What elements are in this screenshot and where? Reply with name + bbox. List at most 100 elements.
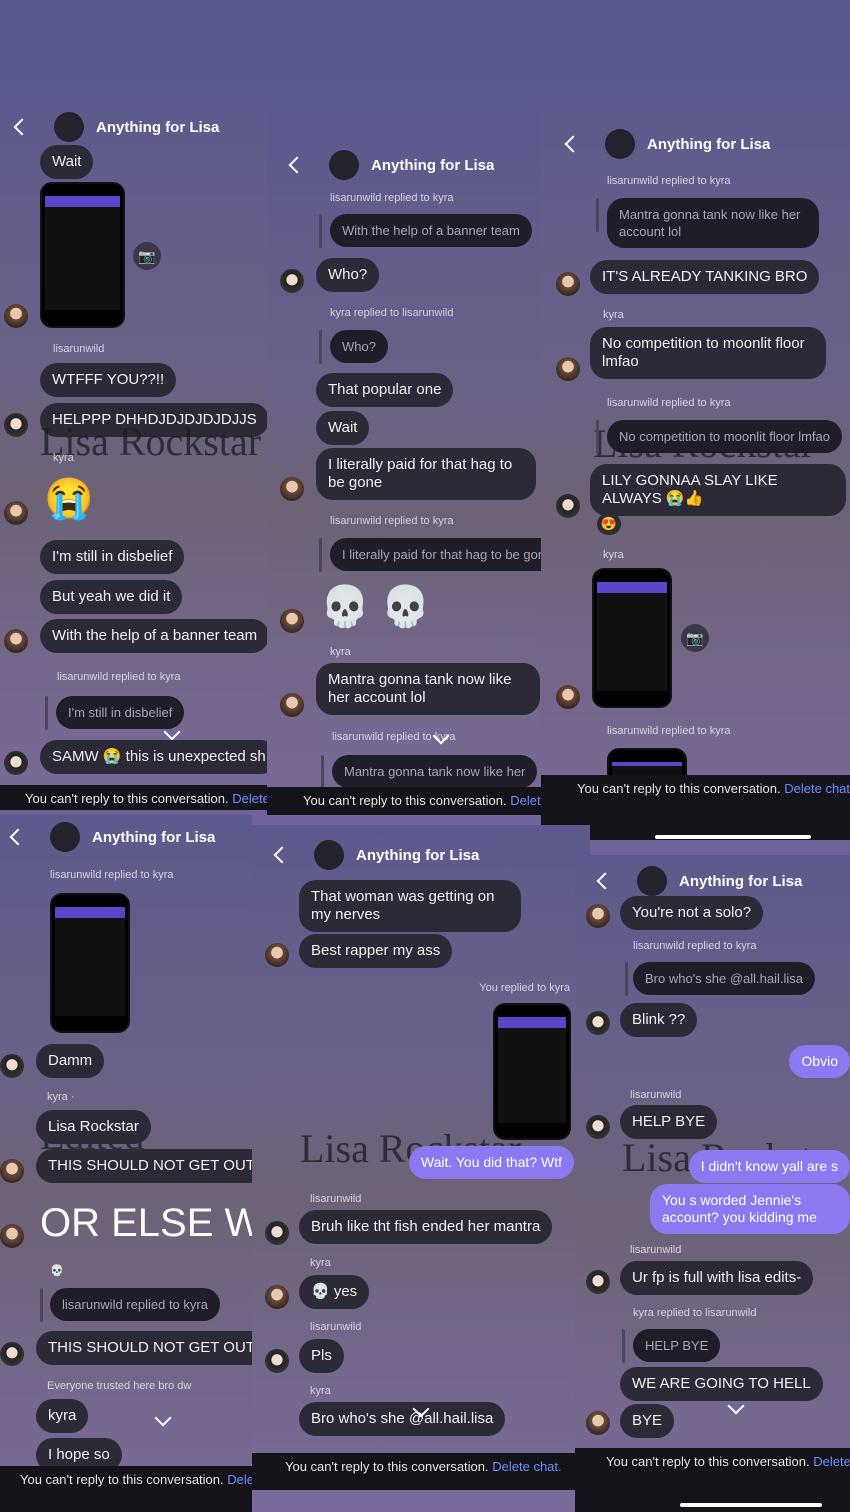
sender-avatar[interactable] — [4, 501, 28, 525]
message-bubble[interactable]: I literally paid for that hag to be gone — [316, 448, 536, 500]
sender-avatar[interactable] — [556, 272, 580, 296]
group-avatar[interactable] — [314, 840, 344, 870]
sender-avatar[interactable] — [586, 1011, 610, 1035]
message-bubble[interactable]: Wait — [40, 145, 94, 179]
message-bubble[interactable]: Who? — [316, 258, 380, 292]
sender-avatar[interactable] — [4, 304, 28, 328]
chat-title[interactable]: Anything for Lisa — [679, 873, 802, 890]
group-avatar[interactable] — [329, 150, 359, 180]
delete-chat-link[interactable]: Delete chat. — [227, 1472, 252, 1487]
message-bubble[interactable]: I'm still in disbelief — [40, 540, 185, 574]
replied-message-quote[interactable]: Bro who's she @all.hail.lisa — [633, 962, 816, 995]
replied-message-quote[interactable]: With the help of a banner team — [330, 214, 532, 247]
own-message-bubble[interactable]: I didn't know yall are s — [688, 1150, 850, 1183]
message-bubble[interactable]: Best rapper my ass — [299, 934, 453, 968]
sender-avatar[interactable] — [4, 629, 28, 653]
chevron-down-icon[interactable] — [154, 1409, 172, 1427]
chat-title[interactable]: Anything for Lisa — [356, 847, 479, 864]
chevron-left-icon[interactable] — [13, 118, 31, 136]
message-bubble[interactable]: Bro who's she @all.hail.lisa — [299, 1402, 506, 1436]
sender-avatar[interactable] — [586, 904, 610, 928]
delete-chat-link[interactable]: Delete chat. — [813, 1454, 850, 1469]
own-message-bubble[interactable]: Wait. You did that? Wtf — [408, 1146, 574, 1179]
chevron-left-icon[interactable] — [564, 135, 582, 153]
home-indicator[interactable] — [680, 1503, 822, 1507]
own-message-bubble[interactable]: Obvio — [789, 1045, 850, 1078]
chevron-left-icon[interactable] — [288, 156, 306, 174]
emoji-message[interactable]: 😭 — [44, 476, 94, 522]
message-bubble[interactable]: But yeah we did it — [40, 580, 183, 614]
message-bubble[interactable]: Damm — [36, 1044, 105, 1078]
message-bubble[interactable]: 💀 yes — [299, 1275, 370, 1309]
message-bubble[interactable]: IT'S ALREADY TANKING BRO — [590, 260, 820, 294]
chevron-left-icon[interactable] — [273, 846, 291, 864]
message-bubble[interactable]: Mantra gonna tank now like her account l… — [316, 663, 540, 715]
delete-chat-link[interactable]: Delete chat. — [510, 793, 541, 808]
chevron-left-icon[interactable] — [9, 828, 27, 846]
message-bubble[interactable]: BYE — [620, 1404, 675, 1438]
reaction-badge[interactable]: 😍 — [597, 513, 621, 535]
message-bubble[interactable]: Pls — [299, 1339, 344, 1373]
message-bubble[interactable]: That popular one — [316, 373, 454, 407]
message-bubble[interactable]: With the help of a banner team — [40, 619, 267, 653]
message-bubble[interactable]: Blink ?? — [620, 1003, 698, 1037]
replied-message-quote[interactable]: I literally paid for that hag to be gone — [330, 538, 541, 571]
replied-message-quote[interactable]: Mantra gonna tank now like her — [332, 755, 538, 788]
message-bubble[interactable]: LILY GONNAA SLAY LIKE ALWAYS 😭👍 — [590, 464, 846, 516]
message-bubble[interactable]: That woman was getting on my nerves — [299, 880, 521, 932]
sender-avatar[interactable] — [280, 609, 304, 633]
chat-title[interactable]: Anything for Lisa — [92, 829, 215, 846]
delete-chat-link[interactable]: Delete chat. — [232, 791, 267, 806]
chat-title[interactable]: Anything for Lisa — [96, 119, 219, 136]
sender-avatar[interactable] — [4, 413, 28, 437]
sender-avatar[interactable] — [586, 1115, 610, 1139]
sender-avatar[interactable] — [4, 751, 28, 775]
message-bubble[interactable]: SAMW 😭 this is unexpected sh — [40, 740, 267, 774]
shared-screenshot[interactable] — [40, 182, 125, 328]
message-bubble[interactable]: Bruh like tht fish ended her mantra — [299, 1210, 553, 1244]
replied-message-quote[interactable]: I'm still in disbelief — [56, 696, 185, 729]
chevron-left-icon[interactable] — [596, 872, 614, 890]
sender-avatar[interactable] — [280, 693, 304, 717]
replied-message-quote[interactable]: Who? — [330, 330, 388, 363]
message-bubble[interactable]: WE ARE GOING TO HELL — [620, 1367, 823, 1401]
message-bubble[interactable]: THIS SHOULD NOT GET OUT — [36, 1149, 252, 1183]
message-bubble[interactable]: WTFFF YOU??!! — [40, 363, 177, 397]
sender-avatar[interactable] — [265, 943, 289, 967]
delete-chat-link[interactable]: Delete chat. — [492, 1459, 561, 1474]
message-bubble[interactable]: You're not a solo? — [620, 896, 764, 930]
sender-avatar[interactable] — [556, 357, 580, 381]
replied-message-quote[interactable]: No competition to moonlit floor lmfao — [607, 420, 842, 453]
sender-avatar[interactable] — [0, 1054, 24, 1078]
chat-title[interactable]: Anything for Lisa — [371, 157, 494, 174]
shared-screenshot[interactable] — [493, 1003, 571, 1140]
home-indicator[interactable] — [655, 835, 811, 839]
sender-avatar[interactable] — [556, 494, 580, 518]
sender-avatar[interactable] — [0, 1342, 24, 1366]
replied-message-quote[interactable]: Mantra gonna tank now like her account l… — [607, 198, 819, 248]
group-avatar[interactable] — [50, 822, 80, 852]
replied-message-quote[interactable]: lisarunwild replied to kyra — [50, 1288, 220, 1321]
sender-avatar[interactable] — [265, 1221, 289, 1245]
shared-screenshot[interactable] — [50, 893, 130, 1033]
sender-avatar[interactable] — [265, 1349, 289, 1373]
own-message-bubble[interactable]: You s worded Jennie's account? you kiddi… — [650, 1184, 850, 1234]
sender-avatar[interactable] — [0, 1224, 24, 1248]
sender-avatar[interactable] — [0, 1159, 24, 1183]
delete-chat-link[interactable]: Delete chat. — [784, 781, 850, 796]
camera-icon[interactable]: 📷 — [681, 624, 709, 652]
camera-icon[interactable]: 📷 — [133, 242, 161, 270]
sender-avatar[interactable] — [586, 1270, 610, 1294]
message-bubble[interactable]: THIS SHOULD NOT GET OUT — [36, 1331, 252, 1365]
message-bubble[interactable]: Lisa Rockstar — [36, 1110, 151, 1144]
shared-screenshot[interactable] — [592, 568, 672, 708]
message-bubble[interactable]: No competition to moonlit floor lmfao — [590, 327, 826, 379]
message-bubble[interactable]: Ur fp is full with lisa edits- — [620, 1261, 814, 1295]
group-avatar[interactable] — [637, 866, 667, 896]
sender-avatar[interactable] — [280, 269, 304, 293]
sender-avatar[interactable] — [280, 477, 304, 501]
emoji-message[interactable]: OR ELSE WE'RE GONE — [40, 1200, 252, 1246]
sender-avatar[interactable] — [586, 1411, 610, 1435]
sender-avatar[interactable] — [556, 685, 580, 709]
sender-avatar[interactable] — [265, 1285, 289, 1309]
